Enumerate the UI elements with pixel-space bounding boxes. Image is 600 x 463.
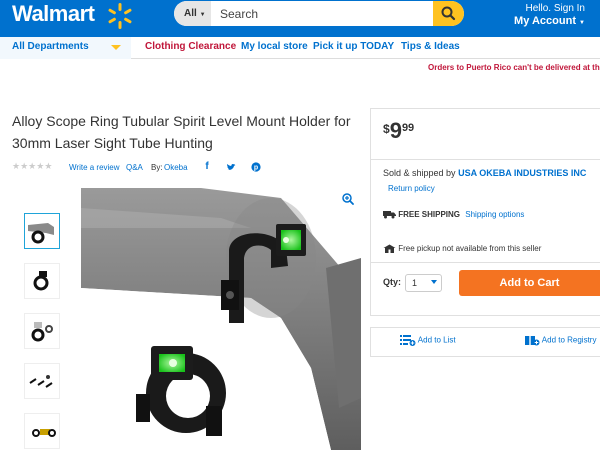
product-main-image[interactable]	[81, 188, 361, 450]
thumbnail-5[interactable]	[24, 413, 60, 449]
all-departments-label: All Departments	[12, 41, 89, 52]
registry-icon	[525, 336, 540, 346]
star-icon: ★	[44, 161, 53, 171]
shipping-notice: Orders to Puerto Rico can't be delivered…	[428, 63, 600, 72]
price-cents: 99	[401, 122, 415, 134]
add-to-cart-button[interactable]: Add to Cart	[459, 270, 600, 296]
sold-shipped-by: Sold & shipped by USA OKEBA INDUSTRIES I…	[383, 168, 586, 178]
quantity-select[interactable]: 1	[405, 274, 442, 292]
nav-link-clothing-clearance[interactable]: Clothing Clearance	[145, 37, 236, 57]
write-review-link[interactable]: Write a review	[69, 163, 120, 172]
all-departments-menu[interactable]: All Departments	[0, 37, 131, 59]
account-menu[interactable]: Hello. Sign In My Account ▼	[514, 3, 585, 29]
facebook-icon[interactable]: f	[202, 162, 212, 172]
shipping-options-link[interactable]: Shipping options	[465, 210, 524, 219]
qa-link[interactable]: Q&A	[126, 163, 143, 172]
pinterest-icon[interactable]: p	[251, 162, 261, 172]
walmart-logo[interactable]: Walmart	[12, 1, 95, 27]
thumbnail-1[interactable]	[24, 213, 60, 249]
add-to-list-label: Add to List	[417, 335, 456, 345]
rating-stars[interactable]: ★★★★★	[12, 161, 52, 172]
free-shipping-label: FREE SHIPPING	[398, 210, 461, 219]
divider	[370, 262, 600, 263]
shipping-info: FREE SHIPPING Shipping options	[383, 210, 524, 219]
search-button[interactable]	[433, 1, 464, 26]
sold-by-label: Sold & shipped by	[383, 168, 456, 178]
store-icon	[383, 244, 396, 254]
thumbnail-strip	[24, 213, 60, 463]
search-bar: All ▼	[174, 1, 464, 26]
return-policy-link[interactable]: Return policy	[388, 184, 435, 193]
price-currency: $	[383, 122, 390, 136]
zoom-icon[interactable]	[342, 193, 354, 205]
sign-in-link[interactable]: Hello. Sign In	[514, 3, 585, 15]
pickup-text: Free pickup not available from this sell…	[398, 244, 542, 253]
qty-label: Qty:	[383, 277, 401, 287]
add-to-registry-button[interactable]: Add to Registry	[525, 335, 596, 346]
product-title: Alloy Scope Ring Tubular Spirit Level Mo…	[12, 113, 351, 151]
thumbnail-2[interactable]	[24, 263, 60, 299]
star-icon: ★	[12, 161, 21, 171]
chevron-down-icon	[431, 280, 437, 284]
nav-link-my-local-store[interactable]: My local store	[241, 37, 308, 57]
add-to-list-button[interactable]: Add to List	[400, 335, 456, 346]
pickup-info: Free pickup not available from this sell…	[383, 244, 542, 254]
seller-link[interactable]: USA OKEBA INDUSTRIES INC	[458, 168, 586, 178]
spark-logo-icon	[108, 3, 132, 29]
product-price: $999	[383, 118, 414, 144]
truck-icon	[383, 211, 396, 219]
svg-text:p: p	[254, 165, 258, 172]
site-header: Walmart All ▼ Hello. Sign In My Account …	[0, 0, 600, 37]
search-input[interactable]	[214, 1, 424, 26]
twitter-icon[interactable]	[226, 162, 236, 172]
chevron-down-icon: ▼	[199, 12, 206, 18]
divider	[370, 159, 600, 160]
my-account-label[interactable]: My Account	[514, 15, 576, 27]
brand-link[interactable]: Okeba	[164, 163, 188, 172]
thumbnail-3[interactable]	[24, 313, 60, 349]
nav-bar: All Departments Clothing Clearance My lo…	[0, 37, 600, 59]
price-whole: 9	[389, 118, 402, 143]
add-to-registry-label: Add to Registry	[541, 335, 597, 345]
list-icon	[400, 335, 416, 346]
chevron-down-icon	[111, 45, 121, 50]
chevron-down-icon: ▼	[579, 20, 585, 26]
quantity-value: 1	[412, 278, 418, 288]
nav-link-pick-it-up-today[interactable]: Pick it up TODAY	[313, 37, 394, 57]
search-icon	[441, 6, 456, 21]
search-department-label: All	[184, 8, 197, 19]
brand-by-label: By:	[151, 163, 163, 172]
nav-link-tips-ideas[interactable]: Tips & Ideas	[401, 37, 460, 57]
star-icon: ★	[20, 161, 29, 171]
search-department-dropdown[interactable]: All ▼	[174, 1, 211, 26]
thumbnail-4[interactable]	[24, 363, 60, 399]
